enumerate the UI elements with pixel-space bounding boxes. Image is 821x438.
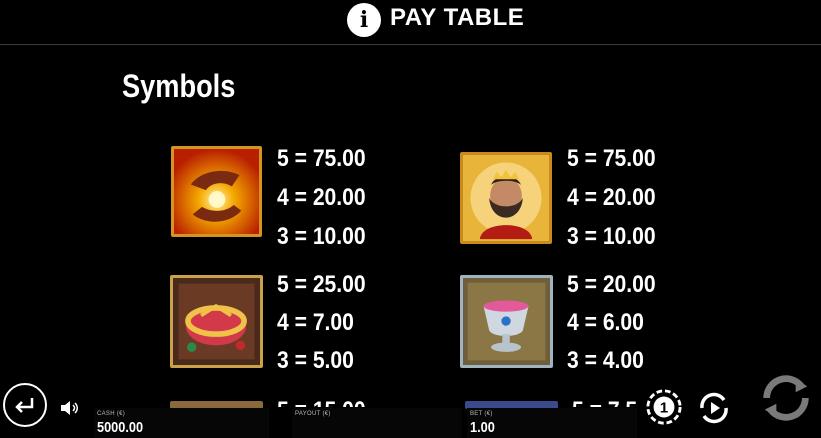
crown-symbol-icon bbox=[170, 275, 263, 368]
pay-row: 4 = 7.00 bbox=[277, 309, 354, 336]
king-symbol-icon bbox=[460, 152, 552, 244]
spin-icon[interactable] bbox=[757, 369, 815, 427]
crown-symbol-pays: 5 = 25.00 4 = 7.00 3 = 5.00 bbox=[277, 266, 366, 380]
page-title: PAY TABLE bbox=[390, 4, 525, 31]
chalice-symbol-icon bbox=[460, 275, 553, 368]
pay-row: 5 = 20.00 bbox=[567, 271, 656, 298]
pay-row: 5 = 75.00 bbox=[277, 145, 366, 172]
sound-icon[interactable] bbox=[60, 400, 80, 416]
king-symbol-pays: 5 = 75.00 4 = 20.00 3 = 10.00 bbox=[567, 139, 656, 256]
pay-row: 5 = 75.00 bbox=[567, 145, 656, 172]
pay-row: 3 = 10.00 bbox=[567, 223, 656, 250]
back-button[interactable] bbox=[3, 383, 47, 427]
header-bar: i PAY TABLE bbox=[0, 0, 821, 45]
hands-symbol-icon bbox=[171, 146, 262, 237]
pay-row: 4 = 20.00 bbox=[277, 184, 366, 211]
section-title: Symbols bbox=[122, 68, 236, 104]
autoplay-icon[interactable] bbox=[694, 388, 734, 428]
pay-row: 3 = 10.00 bbox=[277, 223, 366, 250]
pay-row: 4 = 6.00 bbox=[567, 309, 644, 336]
payout-label: PAYOUT (€) bbox=[295, 411, 331, 417]
coin-value-button[interactable]: 1 bbox=[645, 388, 683, 426]
svg-text:1: 1 bbox=[660, 400, 669, 417]
return-arrow-icon bbox=[15, 398, 34, 413]
pay-row: 5 = 25.00 bbox=[277, 271, 366, 298]
pay-row: 3 = 5.00 bbox=[277, 347, 354, 374]
bet-label: BET (€) bbox=[470, 411, 493, 417]
cash-label: CASH (€) bbox=[97, 411, 126, 417]
hands-symbol-pays: 5 = 75.00 4 = 20.00 3 = 10.00 bbox=[277, 139, 366, 256]
info-icon[interactable]: i bbox=[347, 3, 381, 37]
bet-value: 1.00 bbox=[470, 419, 495, 436]
chalice-symbol-pays: 5 = 20.00 4 = 6.00 3 = 4.00 bbox=[567, 266, 656, 380]
pay-row: 4 = 20.00 bbox=[567, 184, 656, 211]
pay-row: 3 = 4.00 bbox=[567, 347, 644, 374]
cash-value: 5000.00 bbox=[97, 419, 144, 436]
